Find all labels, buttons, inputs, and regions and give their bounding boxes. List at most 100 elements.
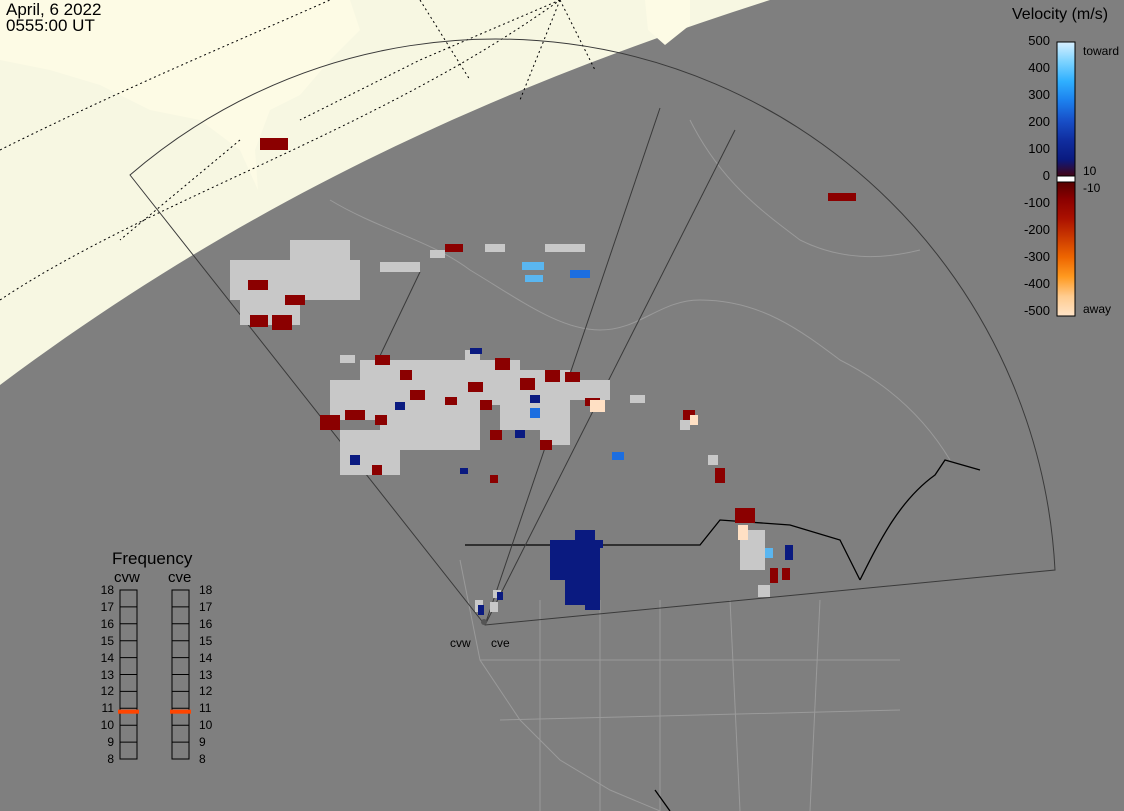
scatter-cell [612, 452, 624, 460]
frequency-marker [170, 709, 191, 714]
scatter-cell [575, 530, 595, 545]
frequency-scale-label: 11 [199, 701, 212, 716]
velocity-tick-label: 300 [1028, 87, 1050, 102]
border-line [859, 459, 981, 581]
frequency-scale-label: 15 [199, 633, 213, 648]
frequency-column [170, 589, 191, 760]
velocity-side-label: 10 [1083, 164, 1097, 178]
scatter-cell [272, 315, 292, 330]
scatter-cell [715, 468, 725, 483]
velocity-colorbar-zero-band [1056, 175, 1076, 183]
frequency-scale-label: 16 [199, 616, 213, 631]
velocity-side-label: away [1083, 302, 1112, 316]
scatter-cell [490, 602, 498, 612]
scatter-cell [430, 250, 445, 258]
frequency-scale-label: 9 [107, 735, 114, 750]
frequency-radar-name: cve [168, 569, 192, 586]
frequency-scale-label: 8 [199, 752, 206, 766]
scatter-cell [590, 400, 605, 412]
frequency-scale-label: 13 [100, 667, 114, 682]
scatter-cell [380, 262, 420, 272]
scatter-cell [395, 402, 405, 410]
frequency-scale-label: 16 [100, 616, 114, 631]
radar-site-marker [481, 619, 487, 625]
velocity-tick-label: 400 [1028, 60, 1050, 75]
frequency-scale-label: 18 [100, 583, 114, 597]
scatter-cell [570, 380, 610, 400]
frequency-scale-label: 10 [100, 718, 114, 733]
frequency-radar-name: cvw [114, 569, 140, 586]
scatter-cell [478, 605, 484, 615]
frequency-scale-label: 18 [199, 583, 213, 597]
coastlines [329, 119, 951, 811]
scatter-cell [250, 315, 268, 327]
velocity-tick-label: 0 [1042, 168, 1050, 183]
time-label: 0555:00 UT [6, 16, 95, 35]
scatter-cell [595, 540, 603, 548]
scatter-cell [765, 548, 773, 558]
scatter-cell [522, 262, 544, 270]
velocity-side-label: -10 [1083, 181, 1101, 195]
scatter-cell [545, 244, 585, 252]
border-line [465, 519, 861, 581]
scatter-cell [480, 400, 492, 410]
scatter-cell [738, 525, 748, 540]
scatter-cell [630, 395, 645, 403]
frequency-scale-label: 17 [100, 599, 114, 614]
frequency-title: Frequency [112, 549, 193, 568]
scatter-cell [530, 395, 540, 403]
velocity-tick-label: -300 [1023, 249, 1050, 264]
scatter-cell [468, 382, 483, 392]
scatter-cell [345, 410, 365, 420]
scatter-cell [585, 600, 600, 610]
scatter-cell [515, 430, 525, 438]
scatter-cell [520, 378, 535, 390]
scatter-cell [735, 508, 755, 523]
scatter-cell [285, 295, 305, 305]
frequency-scale-label: 9 [199, 735, 206, 750]
scatter-cell [340, 430, 400, 475]
scatter-cell [497, 592, 503, 600]
scatter-cell [565, 372, 580, 382]
scatter-cell [400, 370, 412, 380]
scatter-cell [530, 408, 540, 418]
frequency-scale-label: 11 [101, 701, 114, 716]
scatter-cell [290, 240, 350, 265]
scatter-cell [445, 397, 457, 405]
scatter-cell [248, 280, 268, 290]
scatter-cell [340, 355, 355, 363]
scatter-cell [550, 540, 600, 580]
frequency-scale-label: 12 [199, 684, 213, 699]
frequency-scale-label: 10 [199, 718, 213, 733]
velocity-side-label: toward [1083, 44, 1120, 58]
scatter-cell [375, 355, 390, 365]
scatter-cell [350, 455, 360, 465]
scatter-cell [495, 358, 510, 370]
radar-site-label: cve [491, 636, 510, 650]
frequency-scale-label: 12 [100, 684, 114, 699]
scatter-cell [490, 430, 502, 440]
scatter-cell [525, 275, 543, 282]
scatter-cell [770, 568, 778, 583]
state-line [809, 599, 821, 811]
scatter-cell [460, 468, 468, 474]
velocity-tick-label: 100 [1028, 141, 1050, 156]
scatter-cell [372, 465, 382, 475]
coastline [689, 119, 921, 258]
velocity-legend-title: Velocity (m/s) [1012, 6, 1109, 23]
frequency-marker [118, 709, 139, 714]
scatter-cell [260, 138, 288, 150]
frequency-scale-label: 15 [100, 633, 114, 648]
fov-beam-boundary [377, 271, 421, 361]
scatter-cell [545, 370, 560, 382]
frequency-column [118, 589, 139, 760]
scatter-cell [828, 193, 856, 201]
scatter-cell [782, 568, 790, 580]
scatter-cell [375, 415, 387, 425]
velocity-tick-label: 200 [1028, 114, 1050, 129]
frequency-scale-label: 8 [107, 752, 114, 766]
velocity-tick-label: -100 [1023, 195, 1050, 210]
scatter-cell [470, 348, 482, 354]
coastline [459, 559, 661, 811]
frequency-scale-label: 13 [199, 667, 213, 682]
